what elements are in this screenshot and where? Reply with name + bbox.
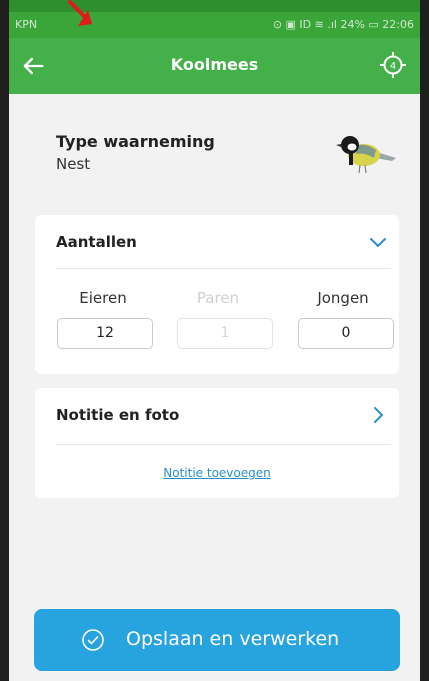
add-note-link[interactable]: Notitie toevoegen xyxy=(35,466,399,480)
app-bar: Koolmees 4 xyxy=(9,38,420,94)
locate-badge: 4 xyxy=(390,61,396,72)
pairs-label: Paren xyxy=(196,289,240,307)
device-frame-left xyxy=(0,0,9,681)
observation-section: Type waarneming Nest xyxy=(9,94,420,202)
observation-type-value: Nest xyxy=(56,155,91,173)
check-circle-icon xyxy=(82,629,104,651)
save-button-label: Opslaan en verwerken xyxy=(126,628,340,650)
chevron-right-icon[interactable] xyxy=(367,404,389,426)
page-title: Koolmees xyxy=(170,55,259,74)
great-tit-bird-icon xyxy=(336,136,396,174)
notes-divider xyxy=(56,444,391,445)
young-label: Jongen xyxy=(317,289,369,307)
annotation-arrow-icon xyxy=(68,0,92,26)
phone: KPN ⊙ ▣ ⅠⅮ ≋ .ıl 24% ▭ 22:06 Koolmees 4 … xyxy=(0,0,429,681)
locate-icon[interactable]: 4 xyxy=(378,50,408,80)
device-frame-right xyxy=(420,0,429,681)
counts-heading: Aantallen xyxy=(56,233,137,251)
screen: KPN ⊙ ▣ ⅠⅮ ≋ .ıl 24% ▭ 22:06 Koolmees 4 … xyxy=(9,0,420,681)
eggs-count-field[interactable]: 12 xyxy=(57,318,153,349)
notes-heading: Notitie en foto xyxy=(56,406,180,424)
counts-card: Aantallen Eieren Paren Jongen 12 1 0 xyxy=(35,215,399,374)
notes-card[interactable]: Notitie en foto Notitie toevoegen xyxy=(35,388,399,498)
young-count-field[interactable]: 0 xyxy=(298,318,394,349)
save-and-process-button[interactable]: Opslaan en verwerken xyxy=(34,609,400,671)
pairs-count-field: 1 xyxy=(177,318,273,349)
chevron-down-icon[interactable] xyxy=(367,231,389,253)
counts-divider xyxy=(56,268,391,269)
status-icons: ⊙ ▣ ⅠⅮ ≋ .ıl 24% ▭ 22:06 xyxy=(272,18,414,31)
eggs-label: Eieren xyxy=(79,289,127,307)
observation-type-label: Type waarneming xyxy=(56,132,215,151)
